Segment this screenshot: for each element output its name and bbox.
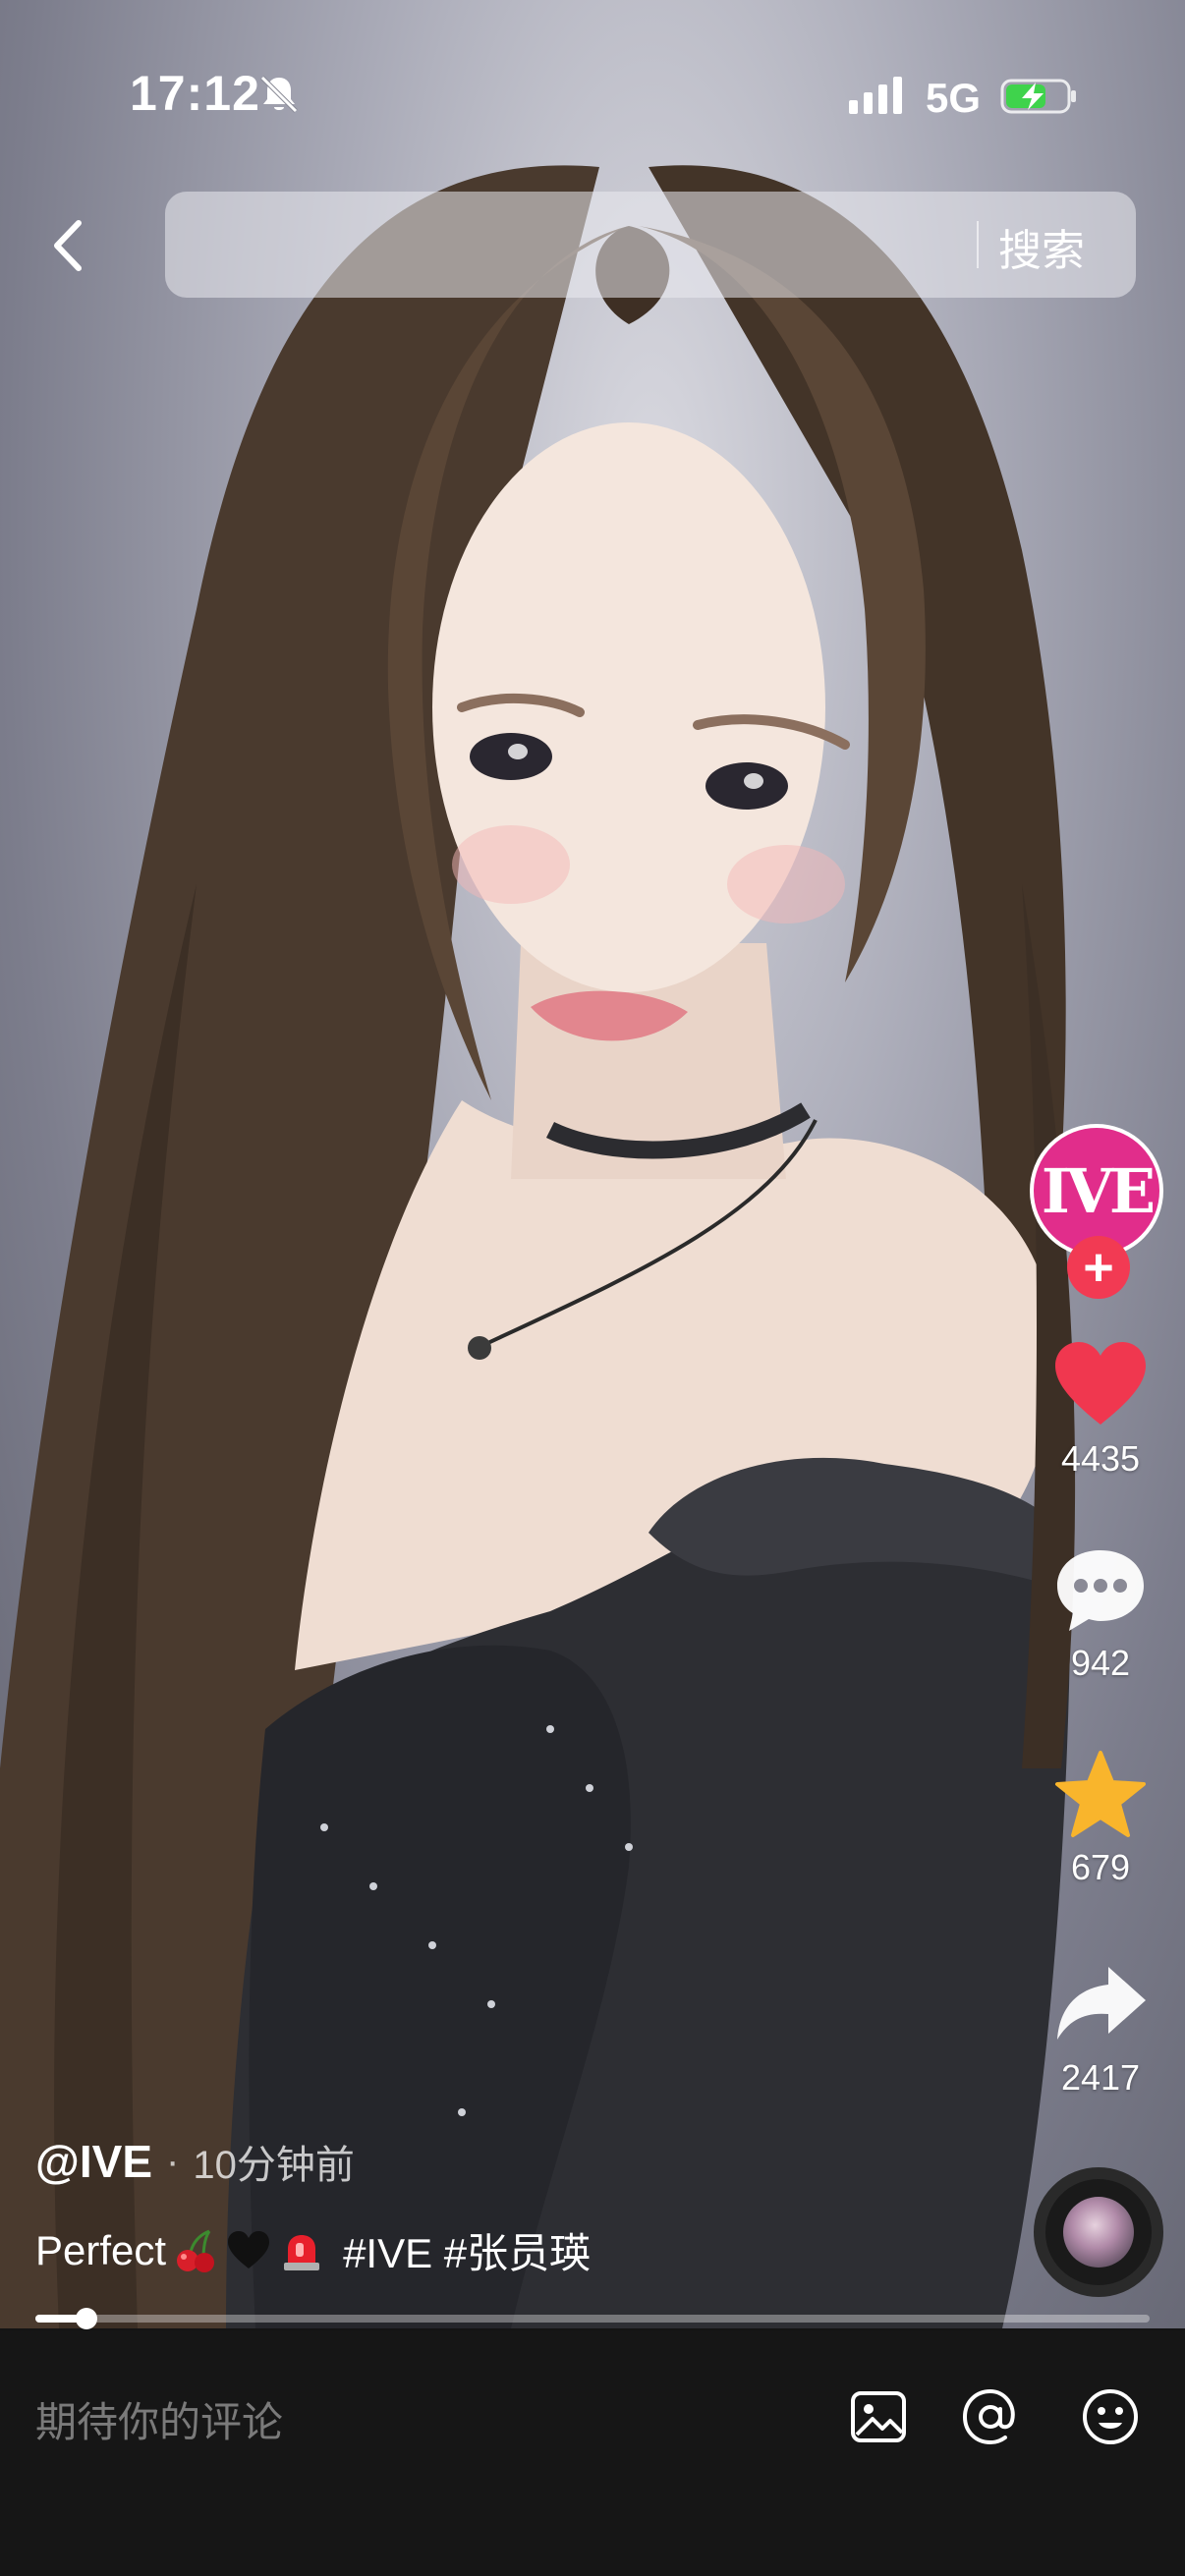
share-arrow-icon: [1057, 1967, 1146, 2040]
author-name[interactable]: @IVE: [35, 2135, 152, 2188]
like-count: 4435: [1060, 1438, 1141, 1479]
chevron-left-icon: [54, 220, 82, 271]
share-button[interactable]: 2417: [1022, 1957, 1179, 2099]
bell-off-icon: [260, 76, 298, 113]
post-info: @IVE · 10分钟前 Perfect #IVE #张员瑛: [35, 2132, 1018, 2280]
separator-dot: ·: [166, 2139, 180, 2183]
caption-text: Perfect: [35, 2226, 167, 2273]
at-icon[interactable]: [959, 2385, 1022, 2448]
caption-hashtags[interactable]: #IVE #张员瑛: [343, 2220, 591, 2280]
favorite-button[interactable]: 679: [1022, 1747, 1179, 1888]
avatar-logo-text: IVE: [1041, 1154, 1156, 1227]
video-player[interactable]: [0, 0, 1185, 2328]
comment-count: 942: [1070, 1643, 1131, 1683]
black-heart-emoji-icon: [228, 2230, 270, 2268]
star-icon: [1055, 1751, 1146, 1837]
music-cover: [1063, 2197, 1134, 2268]
post-time: 10分钟前: [193, 2144, 355, 2187]
like-button[interactable]: 4435: [1022, 1338, 1179, 1480]
battery-charging-icon: [1000, 79, 1076, 114]
post-caption: Perfect #IVE #张员瑛: [35, 2220, 1018, 2280]
author-line: @IVE · 10分钟前: [35, 2132, 1018, 2191]
image-icon[interactable]: [847, 2385, 910, 2448]
siren-emoji-icon: [284, 2234, 320, 2270]
comment-input[interactable]: 期待你的评论: [35, 2389, 283, 2449]
network-type: 5G: [926, 75, 982, 121]
status-time: 17:12: [130, 66, 260, 121]
status-bar: 17:12 5G: [0, 0, 1185, 187]
progress-knob[interactable]: [76, 2308, 98, 2329]
emoji-icon[interactable]: [1079, 2385, 1142, 2448]
follow-button[interactable]: +: [1067, 1236, 1130, 1299]
favorite-count: 679: [1070, 1847, 1131, 1887]
search-button[interactable]: 搜索: [998, 215, 1085, 278]
video-progress-bar[interactable]: [35, 2308, 1150, 2329]
top-bar: 搜索: [0, 192, 1185, 300]
share-count: 2417: [1060, 2057, 1141, 2098]
music-disc[interactable]: [1034, 2167, 1163, 2297]
search-input[interactable]: 搜索: [165, 192, 1136, 298]
search-divider: [977, 221, 979, 268]
heart-icon: [1055, 1342, 1146, 1425]
comment-bar: 期待你的评论: [0, 2330, 1185, 2576]
signal-icon: [849, 77, 902, 114]
back-button[interactable]: [35, 211, 104, 280]
chat-bubble-icon: [1057, 1550, 1144, 1631]
comment-button[interactable]: 942: [1022, 1542, 1179, 1684]
cherry-emoji-icon: [177, 2229, 215, 2272]
video-frame: [0, 165, 1076, 2328]
